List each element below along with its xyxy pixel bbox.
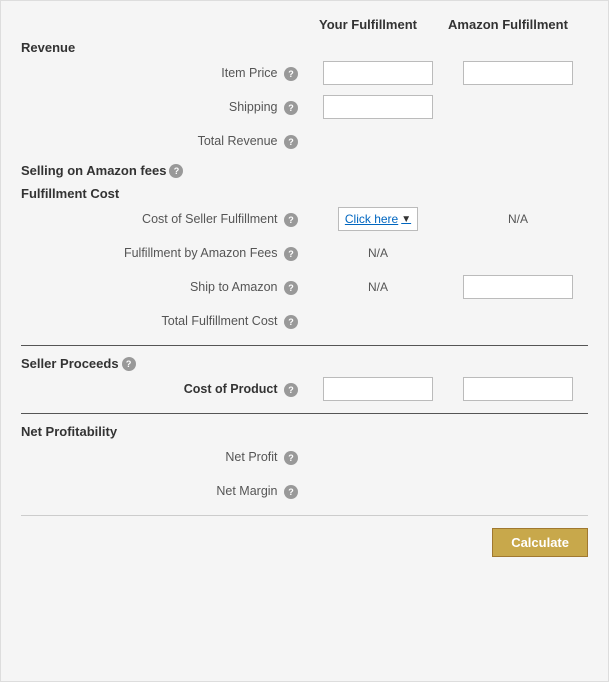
total-fulfillment-label: Total Fulfillment Cost <box>162 314 278 328</box>
cost-product-label: Cost of Product <box>184 382 278 396</box>
cost-product-info-icon[interactable]: ? <box>284 383 298 397</box>
net-margin-row: Net Margin ? <box>21 477 588 505</box>
fulfillment-amazon-info-icon[interactable]: ? <box>284 247 298 261</box>
net-profit-label: Net Profit <box>225 450 277 464</box>
total-fulfillment-row: Total Fulfillment Cost ? <box>21 307 588 335</box>
total-revenue-label: Total Revenue <box>198 134 278 148</box>
item-price-label: Item Price <box>221 66 277 80</box>
cost-product-your-input[interactable] <box>323 377 433 401</box>
calculate-button[interactable]: Calculate <box>492 528 588 557</box>
fulfillment-amazon-label: Fulfillment by Amazon Fees <box>124 246 278 260</box>
ship-amazon-input[interactable] <box>463 275 573 299</box>
item-price-amazon-input[interactable] <box>463 61 573 85</box>
total-fulfillment-info-icon[interactable]: ? <box>284 315 298 329</box>
cost-seller-row: Cost of Seller Fulfillment ? Click here … <box>21 205 588 233</box>
your-fulfillment-header: Your Fulfillment <box>298 17 438 32</box>
seller-proceeds-title: Seller Proceeds ? <box>21 356 588 371</box>
total-revenue-info-icon[interactable]: ? <box>284 135 298 149</box>
net-margin-label: Net Margin <box>216 484 277 498</box>
cost-product-row: Cost of Product ? <box>21 375 588 403</box>
shipping-info-icon[interactable]: ? <box>284 101 298 115</box>
revenue-section-title: Revenue <box>21 40 588 55</box>
cost-seller-info-icon[interactable]: ? <box>284 213 298 227</box>
calculate-row: Calculate <box>21 528 588 557</box>
shipping-row: Shipping ? <box>21 93 588 121</box>
divider-3 <box>21 515 588 516</box>
fulfillment-cost-title: Fulfillment Cost <box>21 186 588 201</box>
ship-amazon-row: Ship to Amazon ? N/A <box>21 273 588 301</box>
item-price-row: Item Price ? <box>21 59 588 87</box>
net-profit-row: Net Profit ? <box>21 443 588 471</box>
calculator-container: Your Fulfillment Amazon Fulfillment Reve… <box>0 0 609 682</box>
click-here-button[interactable]: Click here ▼ <box>338 207 418 231</box>
net-profit-info-icon[interactable]: ? <box>284 451 298 465</box>
net-profitability-title: Net Profitability <box>21 424 588 439</box>
ship-amazon-label: Ship to Amazon <box>190 280 278 294</box>
divider-1 <box>21 345 588 346</box>
ship-amazon-info-icon[interactable]: ? <box>284 281 298 295</box>
shipping-label: Shipping <box>229 100 278 114</box>
net-margin-info-icon[interactable]: ? <box>284 485 298 499</box>
fulfillment-amazon-your-na: N/A <box>368 246 388 260</box>
cost-seller-amazon-na: N/A <box>508 212 528 226</box>
divider-2 <box>21 413 588 414</box>
cost-seller-label: Cost of Seller Fulfillment <box>142 212 277 226</box>
header-row: Your Fulfillment Amazon Fulfillment <box>21 17 588 32</box>
ship-amazon-your-na: N/A <box>368 280 388 294</box>
item-price-info-icon[interactable]: ? <box>284 67 298 81</box>
seller-proceeds-info-icon[interactable]: ? <box>122 357 136 371</box>
total-revenue-row: Total Revenue ? <box>21 127 588 155</box>
item-price-your-input[interactable] <box>323 61 433 85</box>
selling-fees-info-icon[interactable]: ? <box>169 164 183 178</box>
selling-fees-title: Selling on Amazon fees ? <box>21 163 588 178</box>
amazon-fulfillment-header: Amazon Fulfillment <box>438 17 578 32</box>
shipping-your-input[interactable] <box>323 95 433 119</box>
cost-product-amazon-input[interactable] <box>463 377 573 401</box>
dropdown-arrow-icon: ▼ <box>401 214 411 225</box>
fulfillment-amazon-row: Fulfillment by Amazon Fees ? N/A <box>21 239 588 267</box>
